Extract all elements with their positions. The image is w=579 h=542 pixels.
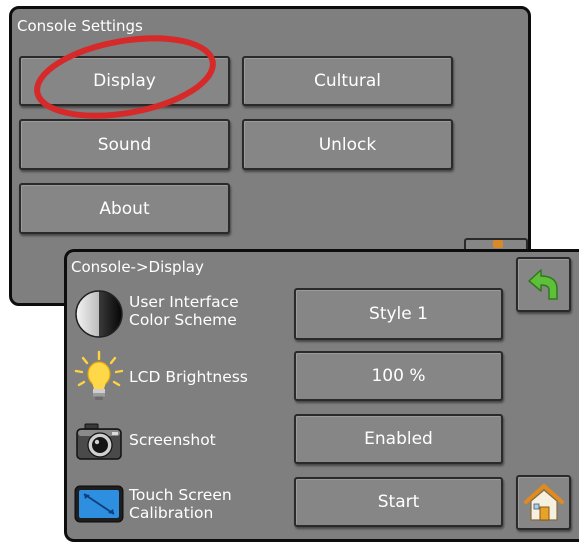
contrast-icon bbox=[75, 290, 123, 338]
screenshot-button[interactable]: Enabled bbox=[294, 414, 503, 464]
lightbulb-icon bbox=[74, 350, 124, 400]
console-display-panel: Console->Display User Interface Color Sc… bbox=[64, 249, 579, 542]
display-button[interactable]: Display bbox=[19, 56, 230, 106]
calibration-label: Touch Screen Calibration bbox=[129, 486, 232, 522]
about-button[interactable]: About bbox=[19, 183, 230, 234]
brightness-button[interactable]: 100 % bbox=[294, 351, 503, 401]
screenshot-label: Screenshot bbox=[129, 431, 216, 449]
hidden-icon-fragment bbox=[493, 240, 503, 248]
unlock-button[interactable]: Unlock bbox=[242, 119, 453, 170]
brightness-label: LCD Brightness bbox=[129, 368, 248, 386]
console-display-title: Console->Display bbox=[71, 258, 204, 276]
cultural-button[interactable]: Cultural bbox=[242, 56, 453, 106]
back-button[interactable] bbox=[516, 257, 571, 312]
camera-icon bbox=[76, 423, 122, 460]
home-icon bbox=[523, 483, 564, 521]
home-button[interactable] bbox=[516, 475, 571, 530]
touch-screen-icon bbox=[74, 485, 124, 523]
console-settings-title: Console Settings bbox=[17, 17, 143, 35]
color-scheme-button[interactable]: Style 1 bbox=[294, 288, 503, 340]
sound-button[interactable]: Sound bbox=[19, 119, 230, 170]
color-scheme-label: User Interface Color Scheme bbox=[129, 293, 239, 329]
back-arrow-icon bbox=[527, 268, 558, 300]
calibration-start-button[interactable]: Start bbox=[294, 477, 503, 527]
